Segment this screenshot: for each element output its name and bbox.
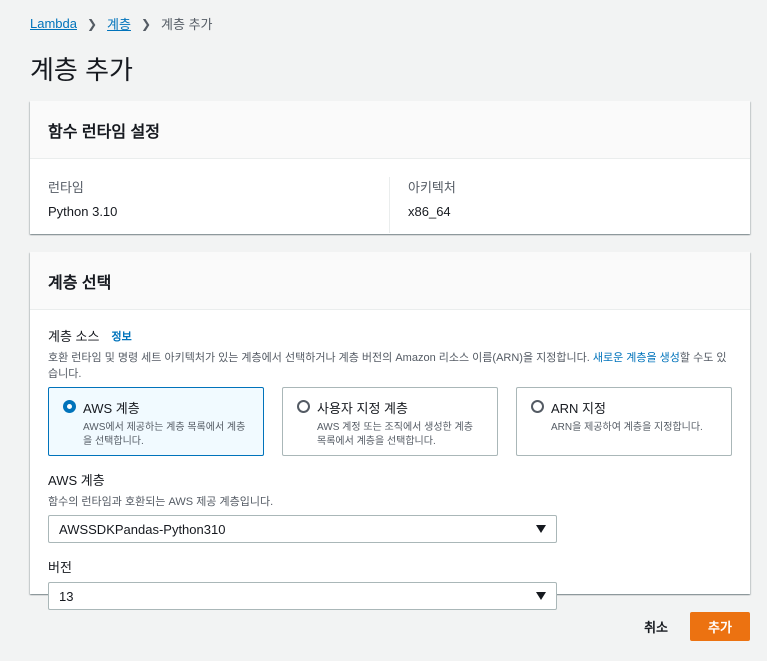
architecture-value: x86_64	[408, 204, 451, 219]
version-select[interactable]: 13	[48, 582, 557, 610]
info-link[interactable]: 정보	[111, 328, 131, 344]
option-desc: AWS에서 제공하는 계층 목록에서 계층을 선택합니다.	[83, 422, 246, 447]
add-button[interactable]: 추가	[690, 612, 750, 641]
breadcrumb-lambda[interactable]: Lambda	[30, 16, 77, 31]
runtime-column: 런타임 Python 3.10	[30, 177, 390, 233]
runtime-label: 런타임	[48, 180, 84, 195]
chevron-right-icon: ❯	[86, 16, 98, 31]
architecture-column: 아키텍처 x86_64	[390, 177, 474, 233]
panel-title: 함수 런타임 설정	[30, 101, 750, 159]
option-custom-layers[interactable]: 사용자 지정 계층 AWS 계정 또는 조직에서 생성한 계층 목록에서 계층을…	[282, 387, 498, 456]
runtime-value: Python 3.10	[48, 204, 118, 219]
caret-down-icon	[536, 592, 546, 600]
option-specify-arn[interactable]: ARN 지정 ARN을 제공하여 계층을 지정합니다.	[516, 387, 732, 456]
desc-prefix: 호환 런타임 및 명령 세트 아키텍처가 있는 계층에서 선택하거나 계층 버전…	[48, 352, 593, 364]
version-field: 버전 13	[48, 557, 732, 610]
aws-layer-label: AWS 계층	[48, 473, 105, 488]
layer-source-text: 계층 소스	[48, 329, 100, 344]
breadcrumb-layers[interactable]: 계층	[107, 14, 131, 33]
runtime-details: 런타임 Python 3.10 아키텍처 x86_64	[30, 159, 750, 233]
form-actions: 취소 추가	[622, 612, 750, 641]
option-title: ARN 지정	[551, 401, 606, 416]
option-desc: ARN을 제공하여 계층을 지정합니다.	[551, 422, 703, 433]
architecture-label: 아키텍처	[408, 180, 456, 195]
aws-layer-field: AWS 계층 함수의 런타임과 호환되는 AWS 제공 계층입니다. AWSSD…	[48, 470, 732, 543]
layer-source-options: AWS 계층 AWS에서 제공하는 계층 목록에서 계층을 선택합니다. 사용자…	[48, 387, 732, 456]
aws-layer-description: 함수의 런타임과 호환되는 AWS 제공 계층입니다.	[48, 496, 274, 508]
breadcrumb-current: 계층 추가	[161, 17, 213, 32]
version-value: 13	[59, 588, 74, 604]
aws-layer-value: AWSSDKPandas-Python310	[59, 521, 226, 537]
caret-down-icon	[536, 525, 546, 533]
option-desc: AWS 계정 또는 조직에서 생성한 계층 목록에서 계층을 선택합니다.	[317, 422, 473, 447]
version-label: 버전	[48, 560, 72, 575]
radio-selected-icon[interactable]	[63, 400, 76, 413]
layer-source-label: 계층 소스 정보	[48, 326, 732, 345]
layer-source-description: 호환 런타임 및 명령 세트 아키텍처가 있는 계층에서 선택하거나 계층 버전…	[48, 349, 732, 381]
cancel-button[interactable]: 취소	[622, 612, 690, 641]
aws-layer-select[interactable]: AWSSDKPandas-Python310	[48, 515, 557, 543]
radio-unselected-icon[interactable]	[531, 400, 544, 413]
radio-unselected-icon[interactable]	[297, 400, 310, 413]
option-aws-layers[interactable]: AWS 계층 AWS에서 제공하는 계층 목록에서 계층을 선택합니다.	[48, 387, 264, 456]
panel-title: 계층 선택	[30, 252, 750, 310]
layer-select-panel: 계층 선택 계층 소스 정보 호환 런타임 및 명령 세트 아키텍처가 있는 계…	[30, 252, 750, 610]
create-layer-link[interactable]: 새로운 계층을 생성	[593, 352, 680, 364]
chevron-right-icon: ❯	[140, 16, 152, 31]
option-title: AWS 계층	[83, 401, 140, 416]
page-title: 계층 추가	[30, 55, 133, 85]
breadcrumb: Lambda ❯ 계층 ❯ 계층 추가	[30, 14, 212, 33]
runtime-settings-panel: 함수 런타임 설정 런타임 Python 3.10 아키텍처 x86_64	[30, 101, 750, 234]
option-title: 사용자 지정 계층	[317, 401, 408, 416]
